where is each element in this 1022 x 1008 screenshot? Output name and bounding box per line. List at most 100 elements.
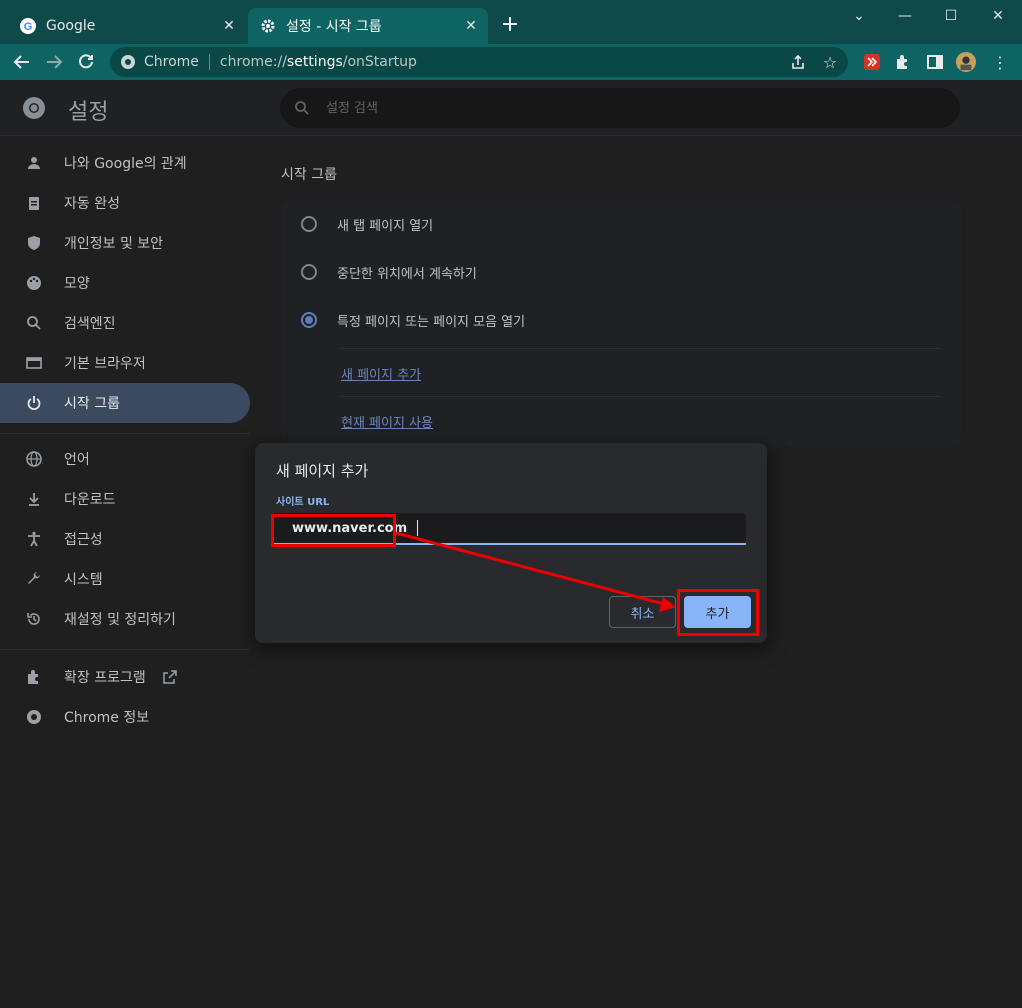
radio-button[interactable] — [301, 216, 317, 232]
chrome-icon — [22, 96, 46, 120]
divider — [0, 649, 250, 650]
puzzle-icon[interactable] — [893, 52, 913, 72]
url-scheme: chrome:// — [219, 54, 287, 70]
sidebar-item-label: 접근성 — [64, 532, 103, 548]
option-new-tab[interactable]: 새 탭 페이지 열기 — [281, 200, 961, 248]
side-panel-icon[interactable] — [925, 52, 945, 72]
person-icon — [24, 153, 44, 173]
sidebar-item-extensions[interactable]: 확장 프로그램 — [0, 657, 250, 697]
google-icon: G — [20, 18, 36, 34]
sidebar-item-label: 모양 — [64, 276, 90, 292]
chrome-chip: Chrome — [144, 54, 199, 70]
sidebar-item-accessibility[interactable]: 접근성 — [0, 519, 250, 559]
settings-header: 설정 — [0, 80, 1022, 136]
sidebar-item-downloads[interactable]: 다운로드 — [0, 479, 250, 519]
section-title: 시작 그룹 — [281, 167, 337, 183]
site-url-label: 사이트 URL — [276, 497, 330, 508]
sidebar-item-label: 나와 Google의 관계 — [64, 156, 187, 172]
sidebar-item-label: 다운로드 — [64, 492, 116, 508]
close-icon[interactable]: ✕ — [462, 17, 480, 35]
sidebar-item-reset[interactable]: 재설정 및 정리하기 — [0, 599, 250, 639]
dialog-title: 새 페이지 추가 — [276, 462, 369, 480]
sidebar-item-search-engine[interactable]: 검색엔진 — [0, 303, 250, 343]
history-icon — [24, 609, 44, 629]
divider — [341, 348, 941, 349]
browser-icon — [24, 353, 44, 373]
option-specific-pages[interactable]: 특정 페이지 또는 페이지 모음 열기 — [281, 296, 961, 344]
sidebar-item-languages[interactable]: 언어 — [0, 439, 250, 479]
sidebar-item-label: Chrome 정보 — [64, 710, 150, 726]
clipboard-icon — [24, 193, 44, 213]
svg-text:G: G — [24, 21, 33, 33]
chrome-icon — [120, 54, 136, 70]
sidebar-item-label: 자동 완성 — [64, 196, 120, 212]
maximize-button[interactable]: ☐ — [928, 0, 974, 32]
new-tab-button[interactable]: + — [498, 12, 522, 37]
download-icon — [24, 489, 44, 509]
sidebar-item-about-chrome[interactable]: Chrome 정보 — [0, 697, 250, 737]
sidebar: 나와 Google의 관계 자동 완성 개인정보 및 보안 모양 검색엔진 기본… — [0, 137, 260, 1008]
cancel-button[interactable]: 취소 — [609, 596, 676, 628]
highlight-box-url — [271, 514, 396, 547]
sidebar-item-privacy[interactable]: 개인정보 및 보안 — [0, 223, 250, 263]
gear-icon — [260, 18, 276, 34]
sidebar-item-on-startup[interactable]: 시작 그룹 — [0, 383, 250, 423]
globe-icon — [24, 449, 44, 469]
search-icon — [292, 98, 312, 118]
sidebar-item-system[interactable]: 시스템 — [0, 559, 250, 599]
tab-search-icon[interactable]: ⌄ — [836, 0, 882, 32]
sidebar-item-appearance[interactable]: 모양 — [0, 263, 250, 303]
search-icon — [24, 313, 44, 333]
close-icon[interactable]: ✕ — [220, 17, 238, 35]
tab-title: Google — [46, 18, 96, 34]
sidebar-item-label: 시스템 — [64, 572, 103, 588]
sidebar-item-label: 검색엔진 — [64, 316, 116, 332]
minimize-button[interactable]: — — [882, 0, 928, 32]
extension-red-icon[interactable] — [862, 52, 882, 72]
arrow-left-icon — [13, 55, 29, 69]
add-page-link[interactable]: 새 페이지 추가 — [341, 364, 421, 383]
search-input[interactable] — [326, 100, 826, 116]
menu-icon[interactable]: ⋮ — [990, 52, 1010, 72]
star-icon[interactable]: ☆ — [820, 52, 840, 72]
close-window-button[interactable]: ✕ — [975, 0, 1021, 32]
sidebar-item-label: 언어 — [64, 452, 90, 468]
sidebar-item-label: 개인정보 및 보안 — [64, 236, 164, 252]
chrome-icon — [24, 707, 44, 727]
arrow-right-icon — [47, 55, 63, 69]
page-title: 설정 — [68, 100, 109, 125]
sidebar-item-label: 재설정 및 정리하기 — [64, 612, 176, 628]
radio-button-checked[interactable] — [301, 312, 317, 328]
sidebar-item-label: 시작 그룹 — [64, 396, 120, 412]
sidebar-item-autofill[interactable]: 자동 완성 — [0, 183, 250, 223]
radio-button[interactable] — [301, 264, 317, 280]
tab-title: 설정 - 시작 그룹 — [286, 19, 382, 35]
use-current-pages-link[interactable]: 현재 페이지 사용 — [341, 412, 433, 431]
sidebar-item-default-browser[interactable]: 기본 브라우저 — [0, 343, 250, 383]
accessibility-icon — [24, 529, 44, 549]
tab-settings[interactable]: 설정 - 시작 그룹 ✕ — [248, 8, 488, 44]
option-label: 새 탭 페이지 열기 — [337, 218, 434, 234]
divider — [208, 54, 210, 70]
external-link-icon — [162, 669, 178, 685]
divider — [341, 396, 941, 397]
wrench-icon — [24, 569, 44, 589]
sidebar-item-you-and-google[interactable]: 나와 Google의 관계 — [0, 143, 250, 183]
back-button[interactable] — [8, 48, 36, 76]
sidebar-item-label: 기본 브라우저 — [64, 356, 146, 372]
share-icon[interactable] — [788, 52, 808, 72]
forward-button[interactable] — [40, 48, 68, 76]
address-bar[interactable]: Chrome chrome://settings/onStartup — [110, 47, 848, 77]
startup-options-card: 새 탭 페이지 열기 중단한 위치에서 계속하기 특정 페이지 또는 페이지 모… — [281, 200, 961, 446]
tab-google[interactable]: G Google ✕ — [8, 8, 246, 44]
option-continue[interactable]: 중단한 위치에서 계속하기 — [281, 248, 961, 296]
sidebar-item-label: 확장 프로그램 — [64, 670, 146, 686]
settings-search[interactable] — [280, 88, 960, 128]
url-host: settings — [286, 54, 343, 70]
avatar[interactable] — [956, 52, 976, 72]
palette-icon — [24, 273, 44, 293]
reload-button[interactable] — [72, 48, 100, 76]
divider — [0, 433, 250, 434]
highlight-box-add — [677, 589, 759, 636]
shield-icon — [24, 233, 44, 253]
